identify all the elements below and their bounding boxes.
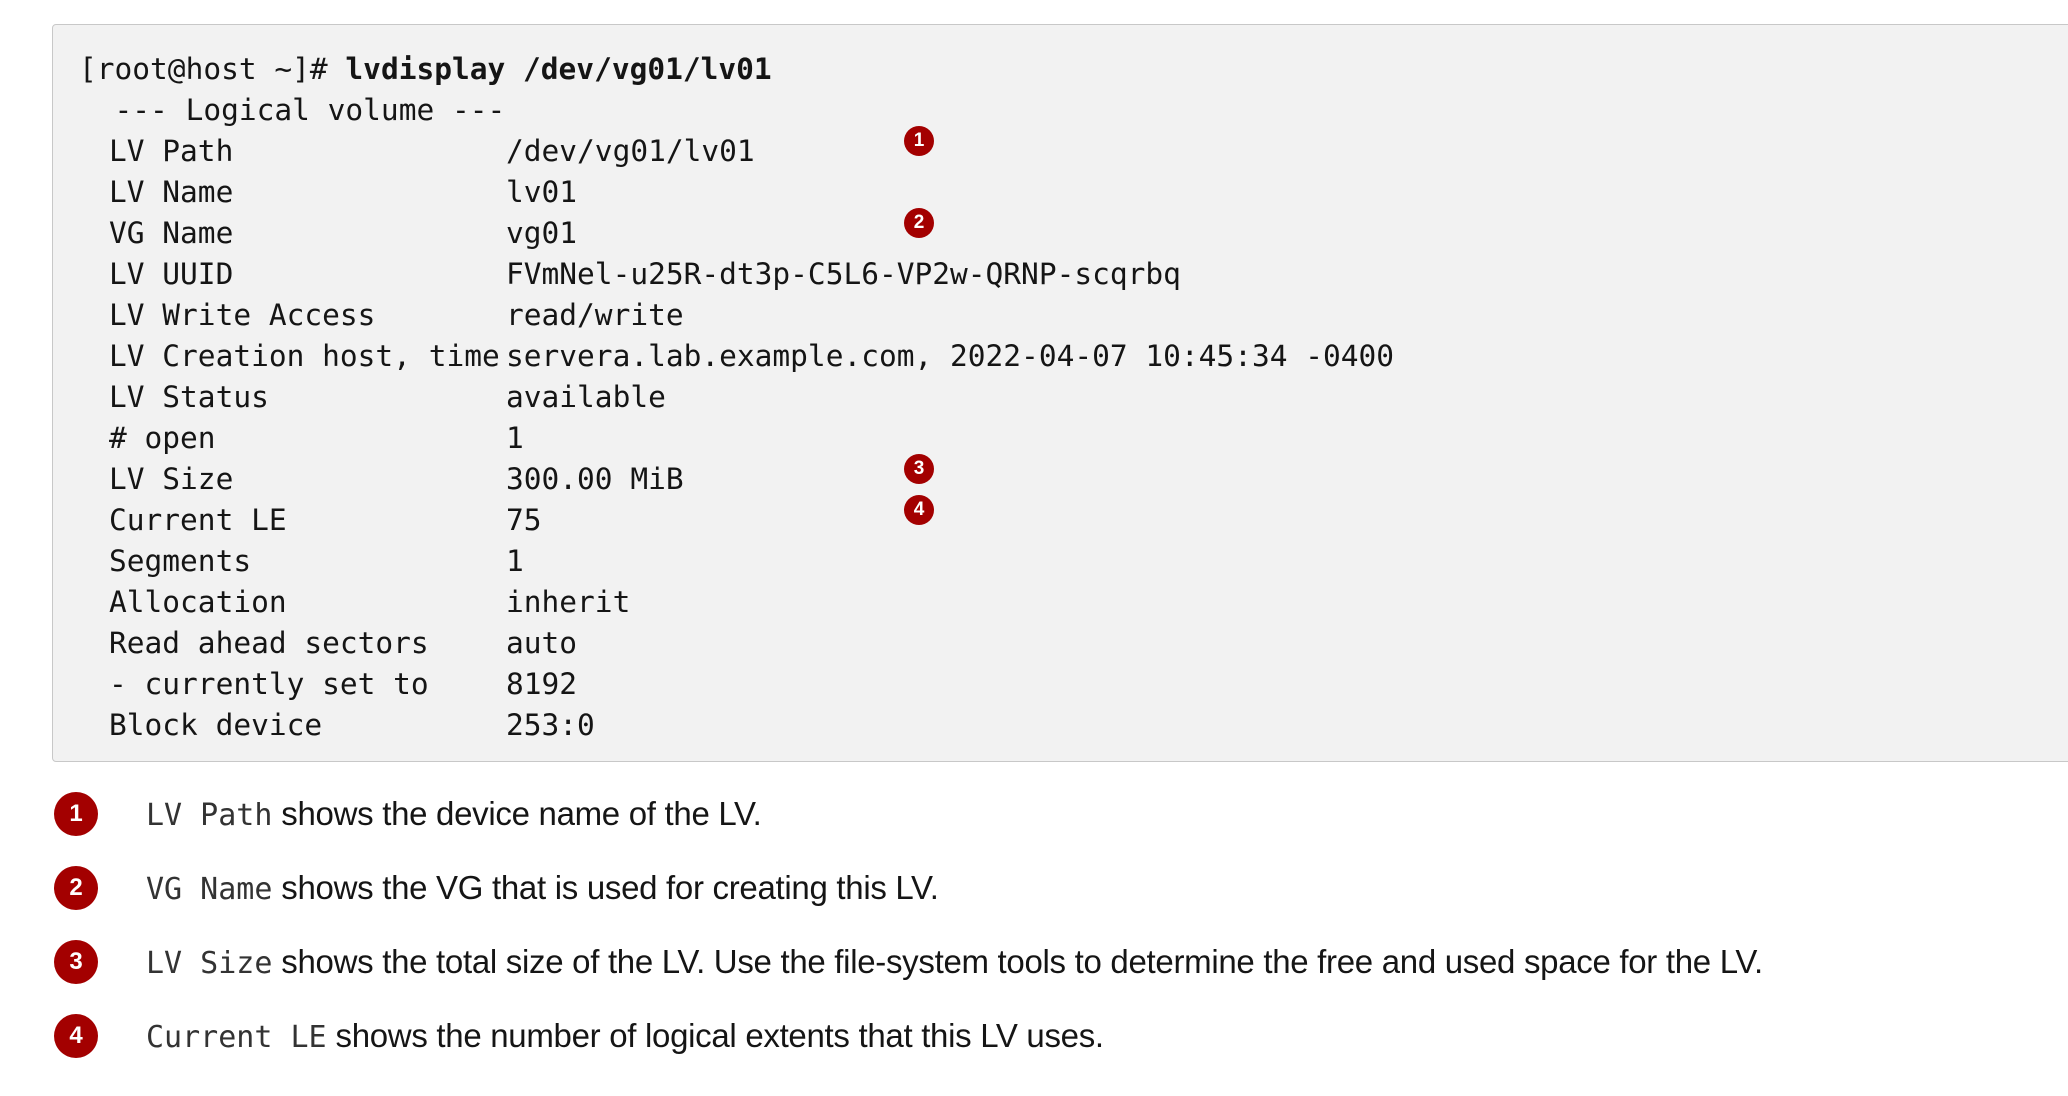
row-value: available <box>506 380 666 414</box>
callout-text: shows the number of logical extents that… <box>326 1017 1104 1054</box>
callout-marker-4: 4 <box>904 495 934 525</box>
output-row: LV Size 300.00 MiB <box>53 459 2068 500</box>
row-key: Allocation <box>109 585 287 619</box>
row-key: Block device <box>109 708 323 742</box>
callout-code: LV Size <box>146 946 273 981</box>
row-key: LV Name <box>109 175 234 209</box>
row-value: 1 <box>506 421 524 455</box>
callout-marker-2: 2 <box>904 208 934 238</box>
output-row: LV Write Access read/write <box>53 295 2068 336</box>
callout-badge: 4 <box>54 1014 98 1058</box>
callout-description: Current LE shows the number of logical e… <box>146 1014 1104 1060</box>
row-value: auto <box>506 626 578 660</box>
row-value: /dev/vg01/lv01 <box>506 134 755 168</box>
command-text: lvdisplay /dev/vg01/lv01 <box>345 52 772 86</box>
callout-code: LV Path <box>146 798 273 833</box>
callout-text: shows the VG that is used for creating t… <box>272 869 939 906</box>
row-value: FVmNel-u25R-dt3p-C5L6-VP2w-QRNP-scqrbq <box>506 257 1181 291</box>
row-key: LV Write Access <box>109 298 376 332</box>
output-row: Current LE 75 <box>53 500 2068 541</box>
output-row: Segments 1 <box>53 541 2068 582</box>
row-value: 300.00 MiB <box>506 462 684 496</box>
row-key: Read ahead sectors <box>109 626 429 660</box>
output-row: VG Name vg01 <box>53 213 2068 254</box>
row-key: - currently set to <box>109 667 429 701</box>
output-row: # open 1 <box>53 418 2068 459</box>
shell-prompt: [root@host ~]# <box>79 52 346 86</box>
output-row: LV UUID FVmNel-u25R-dt3p-C5L6-VP2w-QRNP-… <box>53 254 2068 295</box>
row-value: 75 <box>506 503 542 537</box>
row-key: Current LE <box>109 503 287 537</box>
row-key: LV Size <box>109 462 234 496</box>
row-value: lv01 <box>506 175 578 209</box>
row-key: LV Status <box>109 380 269 414</box>
row-value: 253:0 <box>506 708 595 742</box>
callout-marker-1: 1 <box>904 126 934 156</box>
terminal-output-block: [root@host ~]# lvdisplay /dev/vg01/lv01 … <box>52 24 2068 762</box>
row-key: LV Path <box>109 134 234 168</box>
callout-code: VG Name <box>146 872 273 907</box>
row-value: inherit <box>506 585 631 619</box>
row-value: read/write <box>506 298 684 332</box>
output-row: Allocation inherit <box>53 582 2068 623</box>
section-header: --- Logical volume --- <box>79 93 506 127</box>
row-value: 1 <box>506 544 524 578</box>
row-key: # open <box>109 421 216 455</box>
output-row: LV Creation host, time servera.lab.examp… <box>53 336 2068 377</box>
row-key: LV Creation host, time <box>109 339 500 373</box>
row-value: 8192 <box>506 667 578 701</box>
callout-text: shows the device name of the LV. <box>272 795 762 832</box>
callout-badge: 1 <box>54 792 98 836</box>
row-key: LV UUID <box>109 257 234 291</box>
callout-badge: 2 <box>54 866 98 910</box>
output-row: LV Status available <box>53 377 2068 418</box>
callout-code: Current LE <box>146 1020 327 1055</box>
output-row: LV Path /dev/vg01/lv01 <box>53 131 2068 172</box>
callout-marker-3: 3 <box>904 454 934 484</box>
callout-description: LV Path shows the device name of the LV. <box>146 792 762 838</box>
output-row: Read ahead sectors auto <box>53 623 2068 664</box>
row-key: Segments <box>109 544 252 578</box>
output-row: Block device 253:0 <box>53 705 2068 746</box>
row-value: vg01 <box>506 216 578 250</box>
row-key: VG Name <box>109 216 234 250</box>
callout-description: LV Size shows the total size of the LV. … <box>146 940 1763 986</box>
output-row: LV Name lv01 <box>53 172 2068 213</box>
output-row: - currently set to 8192 <box>53 664 2068 705</box>
row-value: servera.lab.example.com, 2022-04-07 10:4… <box>506 339 1395 373</box>
callout-badge: 3 <box>54 940 98 984</box>
callout-text: shows the total size of the LV. Use the … <box>272 943 1763 980</box>
callout-description: VG Name shows the VG that is used for cr… <box>146 866 939 912</box>
command-line: [root@host ~]# lvdisplay /dev/vg01/lv01 <box>79 49 772 90</box>
